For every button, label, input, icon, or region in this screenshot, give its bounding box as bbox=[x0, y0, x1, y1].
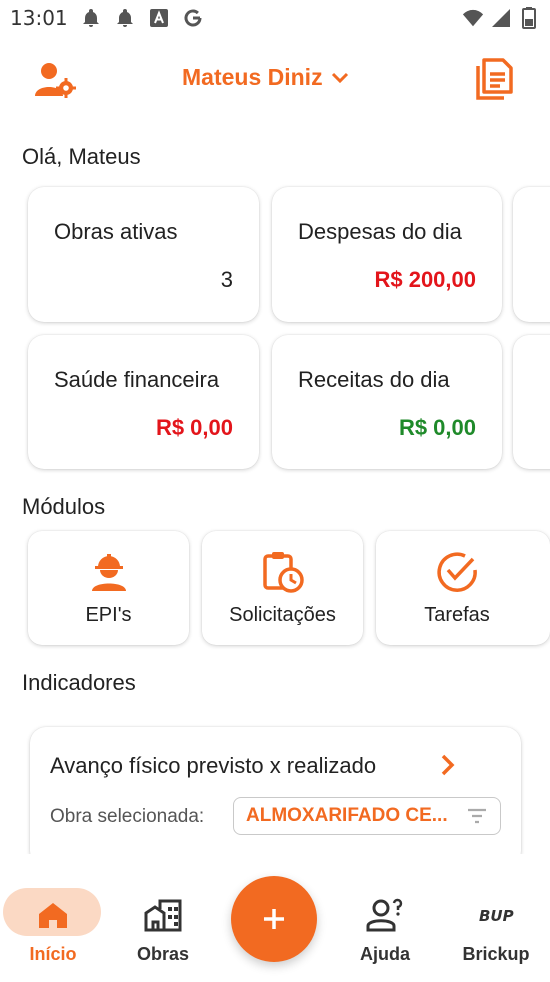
card-value: R$ 0,00 bbox=[398, 415, 476, 440]
nav-label: Início bbox=[29, 944, 77, 964]
card-value: R$ 200,00 bbox=[374, 267, 476, 292]
module-label: EPI's bbox=[85, 604, 132, 626]
work-select-value: ALMOXARIFADO CE... bbox=[246, 805, 448, 826]
help-person-icon bbox=[366, 898, 403, 932]
card-daily-revenue[interactable]: Receitas do dia R$ 0,00 bbox=[272, 335, 502, 469]
card-active-works[interactable]: Obras ativas 3 bbox=[28, 187, 259, 322]
card-title: Receitas do dia bbox=[298, 367, 450, 392]
home-icon bbox=[39, 903, 67, 928]
indicators-title: Indicadores bbox=[22, 670, 136, 695]
nav-label: Ajuda bbox=[359, 944, 410, 964]
google-g-icon bbox=[182, 7, 204, 29]
status-time: 13:01 bbox=[10, 6, 68, 30]
check-circle-icon bbox=[434, 549, 480, 595]
selected-work-label: Obra selecionada: bbox=[50, 806, 205, 827]
status-bar: 13:01 bbox=[0, 0, 550, 36]
card-financial-health[interactable]: Saúde financeira R$ 0,00 bbox=[28, 335, 259, 469]
nav-item-obras[interactable]: Obras bbox=[108, 884, 218, 965]
app-a-icon bbox=[148, 7, 170, 29]
svg-text:BUP: BUP bbox=[479, 907, 514, 925]
user-settings-icon bbox=[35, 63, 76, 98]
module-solicitacoes[interactable]: Solicitações bbox=[202, 531, 363, 645]
app-header: Mateus Diniz bbox=[0, 52, 550, 108]
user-name: Mateus Diniz bbox=[182, 64, 323, 90]
signal-icon bbox=[490, 7, 512, 29]
greeting-text: Olá, Mateus bbox=[22, 144, 141, 169]
buildings-icon bbox=[144, 899, 182, 932]
nav-item-ajuda[interactable]: Ajuda bbox=[330, 884, 440, 965]
user-settings-button[interactable] bbox=[34, 60, 78, 100]
filter-list-icon bbox=[468, 808, 486, 824]
wifi-icon bbox=[462, 7, 484, 29]
plus-icon bbox=[264, 909, 284, 929]
card-daily-expenses[interactable]: Despesas do dia R$ 200,00 bbox=[272, 187, 502, 322]
notification-bell-icon bbox=[114, 7, 136, 29]
user-selector[interactable]: Mateus Diniz bbox=[182, 64, 349, 91]
add-button[interactable] bbox=[231, 876, 317, 962]
clipboard-clock-icon bbox=[260, 549, 306, 595]
nav-label: Brickup bbox=[462, 944, 530, 964]
brickup-logo-icon: BUP bbox=[479, 907, 514, 925]
notification-bell-icon bbox=[80, 7, 102, 29]
work-select[interactable]: ALMOXARIFADO CE... bbox=[233, 797, 501, 835]
module-label: Tarefas bbox=[424, 604, 490, 626]
nav-label: Obras bbox=[136, 944, 190, 964]
module-epis[interactable]: EPI's bbox=[28, 531, 189, 645]
module-tarefas[interactable]: Tarefas bbox=[376, 531, 550, 645]
nav-item-inicio[interactable]: Início bbox=[0, 884, 108, 965]
battery-icon bbox=[518, 7, 540, 29]
card-title: Saúde financeira bbox=[54, 367, 220, 392]
card-partial[interactable] bbox=[513, 187, 550, 322]
card-partial[interactable] bbox=[513, 335, 550, 469]
worker-helmet-icon bbox=[86, 549, 132, 595]
modules-title: Módulos bbox=[22, 494, 106, 519]
indicator-title: Avanço físico previsto x realizado bbox=[50, 753, 377, 778]
document-report-icon bbox=[476, 58, 513, 100]
nav-item-brickup[interactable]: BUP Brickup bbox=[441, 884, 550, 965]
card-value: 3 bbox=[220, 267, 233, 292]
module-label: Solicitações bbox=[229, 604, 336, 626]
card-value: R$ 0,00 bbox=[155, 415, 233, 440]
indicator-card-physical-progress: Avanço físico previsto x realizado Obra … bbox=[30, 727, 521, 867]
card-title: Despesas do dia bbox=[298, 219, 462, 244]
chevron-down-icon bbox=[331, 72, 348, 83]
card-title: Obras ativas bbox=[54, 219, 178, 244]
chevron-right-icon[interactable] bbox=[438, 753, 458, 777]
reports-button[interactable] bbox=[470, 56, 516, 102]
